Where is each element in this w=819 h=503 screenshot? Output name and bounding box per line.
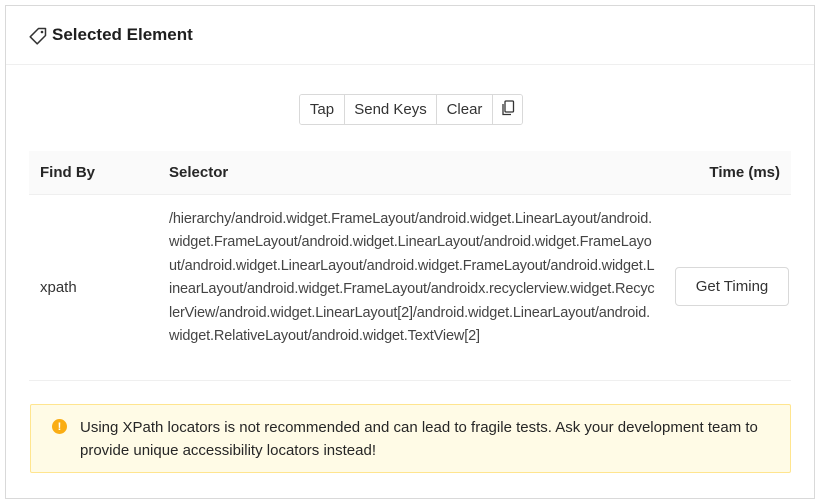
column-header-selector: Selector — [169, 164, 229, 181]
selector-cell: /hierarchy/android.widget.FrameLayout/an… — [169, 211, 655, 345]
table-header: Find By Selector Time (ms) — [29, 151, 791, 195]
selected-element-panel: Selected Element Tap Send Keys Clear Fin… — [5, 5, 815, 499]
copy-button[interactable] — [493, 95, 522, 124]
panel-header: Selected Element — [6, 6, 814, 65]
get-timing-button[interactable]: Get Timing — [675, 267, 789, 306]
xpath-warning-alert: ! Using XPath locators is not recommende… — [30, 404, 791, 473]
clear-button[interactable]: Clear — [437, 95, 493, 124]
tag-icon — [28, 26, 48, 46]
warning-icon: ! — [52, 419, 67, 434]
tap-button[interactable]: Tap — [300, 95, 345, 124]
column-header-find-by: Find By — [40, 164, 95, 181]
selector-table: Find By Selector Time (ms) xpath /hierar… — [29, 151, 791, 381]
element-actions-toolbar: Tap Send Keys Clear — [299, 94, 523, 125]
table-row: xpath /hierarchy/android.widget.FrameLay… — [29, 195, 791, 381]
column-header-time: Time (ms) — [709, 164, 780, 181]
panel-title: Selected Element — [52, 25, 193, 44]
send-keys-button[interactable]: Send Keys — [345, 95, 437, 124]
alert-message: Using XPath locators is not recommended … — [80, 419, 758, 459]
copy-icon — [501, 99, 515, 120]
find-by-cell: xpath — [40, 279, 77, 296]
